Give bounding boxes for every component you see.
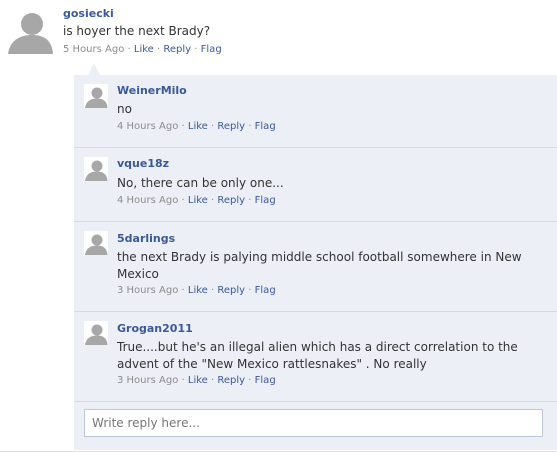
divider: [74, 221, 557, 222]
flag-link[interactable]: Flag: [255, 375, 276, 386]
reply-author[interactable]: vque18z: [117, 157, 169, 170]
reply-input[interactable]: [84, 409, 543, 437]
separator-dot: ·: [181, 121, 185, 132]
reply-link[interactable]: Reply: [217, 195, 245, 206]
separator-dot: ·: [248, 375, 252, 386]
separator-dot: ·: [248, 285, 252, 296]
avatar[interactable]: [84, 231, 108, 255]
like-link[interactable]: Like: [188, 195, 208, 206]
like-link[interactable]: Like: [188, 375, 208, 386]
flag-link[interactable]: Flag: [255, 285, 276, 296]
default-user-silhouette-icon: [84, 231, 108, 255]
reply-text: the next Brady is palying middle school …: [117, 250, 522, 281]
default-user-silhouette-icon: [84, 321, 108, 345]
default-user-silhouette-icon: [6, 6, 54, 54]
reply-link[interactable]: Reply: [217, 285, 245, 296]
default-user-silhouette-icon: [84, 84, 108, 108]
separator-dot: ·: [181, 375, 185, 386]
divider: [74, 401, 557, 402]
reply-meta: 3 Hours Ago · Like · Reply · Flag: [117, 375, 276, 386]
flag-link[interactable]: Flag: [255, 195, 276, 206]
reply-text: no: [117, 102, 132, 116]
reply-meta: 4 Hours Ago · Like · Reply · Flag: [117, 195, 276, 206]
like-link[interactable]: Like: [134, 44, 154, 55]
reply-author[interactable]: 5darlings: [117, 232, 175, 245]
reply-meta: 3 Hours Ago · Like · Reply · Flag: [117, 285, 276, 296]
divider: [0, 451, 557, 452]
separator-dot: ·: [248, 121, 252, 132]
separator-dot: ·: [211, 195, 215, 206]
separator-dot: ·: [248, 195, 252, 206]
avatar[interactable]: [84, 84, 108, 108]
reply-text: No, there can be only one...: [117, 176, 284, 190]
default-user-silhouette-icon: [84, 157, 108, 181]
separator-dot: ·: [157, 44, 161, 55]
reply-author[interactable]: WeinerMilo: [117, 84, 187, 97]
thread-pointer: [88, 63, 100, 75]
comment-author[interactable]: gosiecki: [63, 7, 114, 20]
comment-text: is hoyer the next Brady?: [63, 24, 211, 38]
separator-dot: ·: [181, 195, 185, 206]
reply-timestamp: 4 Hours Ago: [117, 121, 179, 132]
reply-link[interactable]: Reply: [163, 44, 191, 55]
flag-link[interactable]: Flag: [201, 44, 222, 55]
divider: [74, 311, 557, 312]
reply-link[interactable]: Reply: [217, 375, 245, 386]
separator-dot: ·: [194, 44, 198, 55]
reply-link[interactable]: Reply: [217, 121, 245, 132]
separator-dot: ·: [127, 44, 131, 55]
reply-timestamp: 3 Hours Ago: [117, 285, 179, 296]
reply-timestamp: 4 Hours Ago: [117, 195, 179, 206]
comment-meta: 5 Hours Ago · Like · Reply · Flag: [63, 44, 222, 55]
separator-dot: ·: [211, 121, 215, 132]
reply-author[interactable]: Grogan2011: [117, 322, 193, 335]
reply-timestamp: 3 Hours Ago: [117, 375, 179, 386]
divider: [74, 147, 557, 148]
separator-dot: ·: [211, 285, 215, 296]
comment-timestamp: 5 Hours Ago: [63, 44, 125, 55]
like-link[interactable]: Like: [188, 285, 208, 296]
reply-text: True....but he's an illegal alien which …: [117, 340, 518, 371]
separator-dot: ·: [211, 375, 215, 386]
separator-dot: ·: [181, 285, 185, 296]
avatar[interactable]: [84, 157, 108, 181]
flag-link[interactable]: Flag: [255, 121, 276, 132]
avatar[interactable]: [84, 321, 108, 345]
like-link[interactable]: Like: [188, 121, 208, 132]
reply-meta: 4 Hours Ago · Like · Reply · Flag: [117, 121, 276, 132]
avatar[interactable]: [6, 6, 54, 54]
